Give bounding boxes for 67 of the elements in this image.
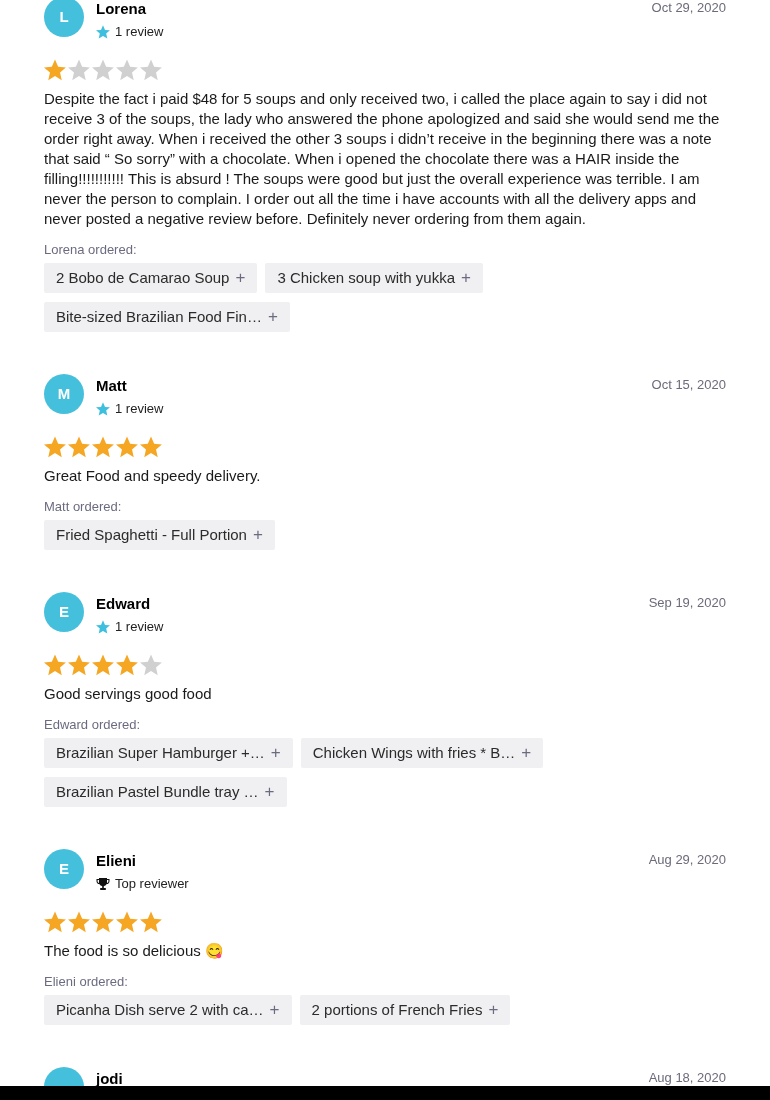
star-icon	[44, 59, 66, 81]
star-icon	[140, 654, 162, 676]
ordered-item-chip[interactable]: Bite-sized Brazilian Food Fin… +	[44, 302, 290, 332]
plus-icon: +	[269, 997, 280, 1023]
star-icon	[92, 59, 114, 81]
review-text: Great Food and speedy delivery.	[44, 466, 262, 486]
star-icon	[68, 59, 90, 81]
reviewer-badge-label: 1 review	[115, 400, 164, 418]
star-icon	[96, 620, 110, 634]
avatar: L	[44, 0, 84, 37]
trophy-icon	[96, 877, 110, 891]
review-text: Good servings good food	[44, 684, 213, 704]
reviewer-badge-label: 1 review	[115, 618, 164, 636]
ordered-item-chip[interactable]: Fried Spaghetti - Full Portion +	[44, 520, 275, 550]
star-icon	[92, 436, 114, 458]
ordered-item-chip[interactable]: Chicken Wings with fries * B… +	[300, 738, 544, 768]
review-date: Aug 29, 2020	[648, 851, 726, 869]
star-icon	[44, 654, 66, 676]
ordered-item-chip[interactable]: Picanha Dish serve 2 with ca… +	[44, 995, 292, 1025]
star-icon	[116, 911, 138, 933]
review-text: Despite the fact i paid $48 for 5 soups and only received two, i called the place again to say i did not receive 3 of the soups, the lady who answered the phone apologized and said she would send me the order right away. When i received the other 3 soups i didn’t receive in the beginning there was a note that said “ So sorry” with a chocolate. When i opened the chocolate there was a HAIR inside the filling!!!!!!!!!!! This is absurd ! The soups were good but just the overall experience was terrible. I am never the person to complain. I order out all the time i have accounts with all the delivery apps and never posted a negative review before. Definitely never ordering from them again.	[44, 89, 721, 229]
star-icon	[116, 59, 138, 81]
star-icon	[44, 911, 66, 933]
star-icon	[92, 911, 114, 933]
reviewer-badge-label: 1 review	[115, 23, 164, 41]
ordered-item-chip[interactable]: 3 Chicken soup with yukka +	[265, 263, 483, 293]
plus-icon: +	[270, 740, 281, 766]
review-date: Aug 18, 2020	[648, 1069, 726, 1086]
reviewer-name: Matt	[96, 376, 128, 396]
star-icon	[68, 436, 90, 458]
reviewer-name: Lorena	[96, 0, 147, 19]
star-icon	[96, 402, 110, 416]
plus-icon: +	[267, 304, 278, 330]
ordered-item-chip[interactable]: 2 Bobo de Camarao Soup +	[44, 263, 258, 293]
star-icon	[140, 436, 162, 458]
ordered-item-chip[interactable]: Brazilian Pastel Bundle tray … +	[44, 777, 287, 807]
review-date: Oct 29, 2020	[651, 0, 726, 17]
star-icon	[140, 911, 162, 933]
star-icon	[140, 59, 162, 81]
reviewer-badge-label: Top reviewer	[115, 875, 189, 893]
ordered-label: Edward ordered:	[44, 717, 142, 733]
ordered-label: Matt ordered:	[44, 499, 123, 515]
plus-icon: +	[264, 779, 275, 805]
plus-icon: +	[488, 997, 499, 1023]
plus-icon: +	[252, 522, 263, 548]
reviewer-name: Elieni	[96, 851, 137, 871]
star-icon	[96, 25, 110, 39]
plus-icon: +	[235, 265, 246, 291]
review-date: Sep 19, 2020	[648, 594, 726, 612]
reviewer-name: Edward	[96, 594, 152, 614]
ordered-label: Lorena ordered:	[44, 242, 138, 258]
ordered-item-chip[interactable]: 2 portions of French Fries +	[299, 995, 511, 1025]
star-icon	[116, 654, 138, 676]
star-icon	[44, 436, 66, 458]
plus-icon: +	[461, 265, 471, 291]
ordered-label: Elieni ordered:	[44, 974, 129, 990]
plus-icon: +	[521, 740, 532, 766]
avatar: M	[44, 374, 84, 414]
star-icon	[68, 911, 90, 933]
ordered-item-chip[interactable]: Brazilian Super Hamburger +… +	[44, 738, 293, 768]
avatar: E	[44, 592, 84, 632]
star-icon	[92, 654, 114, 676]
review-date: Oct 15, 2020	[651, 376, 726, 394]
star-icon	[116, 436, 138, 458]
star-icon	[68, 654, 90, 676]
review-text: The food is so delicious 😋	[44, 941, 225, 961]
avatar: E	[44, 849, 84, 889]
